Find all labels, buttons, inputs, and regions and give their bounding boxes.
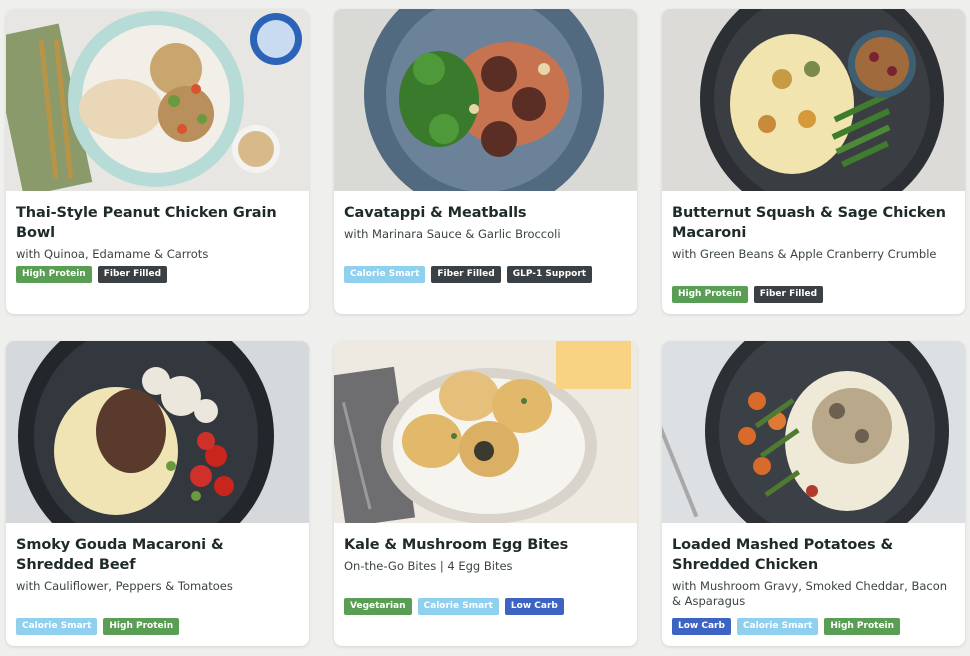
meal-title: Smoky Gouda Macaroni & Shredded Beef	[16, 537, 224, 573]
meal-subtitle: On-the-Go Bites | 4 Egg Bites	[344, 559, 513, 573]
meal-card-body: Butternut Squash & Sage Chicken Macaroni…	[662, 191, 965, 314]
meal-tags: Vegetarian Calorie Smart Low Carb	[344, 598, 564, 615]
meal-card-body: Cavatappi & Meatballs with Marinara Sauc…	[334, 191, 637, 314]
tag-vegetarian: Vegetarian	[344, 598, 412, 615]
meal-photo	[334, 9, 637, 191]
meal-photo	[334, 341, 637, 523]
tag-calorie-smart: Calorie Smart	[16, 618, 98, 635]
tag-fiber-filled: Fiber Filled	[753, 286, 824, 303]
meal-grid: Thai-Style Peanut Chicken Grain Bowl wit…	[6, 9, 966, 646]
meal-card[interactable]: Thai-Style Peanut Chicken Grain Bowl wit…	[6, 9, 309, 314]
tag-calorie-smart: Calorie Smart	[417, 598, 499, 615]
meal-title: Butternut Squash & Sage Chicken Macaroni	[672, 205, 946, 241]
meal-subtitle: with Green Beans & Apple Cranberry Crumb…	[672, 247, 937, 261]
meal-title: Loaded Mashed Potatoes & Shredded Chicke…	[672, 537, 894, 573]
meal-subtitle: with Marinara Sauce & Garlic Broccoli	[344, 227, 561, 241]
meal-photo	[6, 9, 309, 191]
meal-title: Thai-Style Peanut Chicken Grain Bowl	[16, 205, 277, 241]
meal-tags: Low Carb Calorie Smart High Protein	[672, 618, 901, 635]
meal-tags: High Protein Fiber Filled	[16, 266, 168, 283]
tag-high-protein: High Protein	[672, 286, 748, 303]
meal-subtitle: with Mushroom Gravy, Smoked Cheddar, Bac…	[672, 579, 948, 608]
tag-glp1-support: GLP-1 Support	[506, 266, 593, 283]
meal-tags: Calorie Smart Fiber Filled GLP-1 Support	[344, 266, 593, 283]
meal-card[interactable]: Butternut Squash & Sage Chicken Macaroni…	[662, 9, 965, 314]
meal-card[interactable]: Kale & Mushroom Egg Bites On-the-Go Bite…	[334, 341, 637, 646]
tag-low-carb: Low Carb	[672, 618, 731, 635]
tag-calorie-smart: Calorie Smart	[344, 266, 426, 283]
meal-photo	[6, 341, 309, 523]
meal-subtitle: with Quinoa, Edamame & Carrots	[16, 247, 209, 261]
meal-card[interactable]: Loaded Mashed Potatoes & Shredded Chicke…	[662, 341, 965, 646]
meal-photo	[662, 341, 965, 523]
meal-tags: Calorie Smart High Protein	[16, 618, 180, 635]
tag-calorie-smart: Calorie Smart	[736, 618, 819, 635]
meal-card-body: Loaded Mashed Potatoes & Shredded Chicke…	[662, 523, 965, 646]
meal-subtitle: with Cauliflower, Peppers & Tomatoes	[16, 579, 233, 593]
meal-card-body: Smoky Gouda Macaroni & Shredded Beef wit…	[6, 523, 309, 646]
tag-high-protein: High Protein	[824, 618, 901, 635]
tag-high-protein: High Protein	[16, 266, 92, 283]
tag-fiber-filled: Fiber Filled	[431, 266, 501, 283]
meal-card[interactable]: Smoky Gouda Macaroni & Shredded Beef wit…	[6, 341, 309, 646]
meal-card-body: Kale & Mushroom Egg Bites On-the-Go Bite…	[334, 523, 637, 646]
tag-high-protein: High Protein	[103, 618, 180, 635]
meal-card[interactable]: Cavatappi & Meatballs with Marinara Sauc…	[334, 9, 637, 314]
meal-tags: High Protein Fiber Filled	[672, 286, 824, 303]
meal-title: Cavatappi & Meatballs	[344, 205, 527, 221]
tag-low-carb: Low Carb	[504, 598, 564, 615]
meal-title: Kale & Mushroom Egg Bites	[344, 537, 569, 553]
meal-card-body: Thai-Style Peanut Chicken Grain Bowl wit…	[6, 191, 309, 314]
meal-photo	[662, 9, 965, 191]
tag-fiber-filled: Fiber Filled	[97, 266, 168, 283]
